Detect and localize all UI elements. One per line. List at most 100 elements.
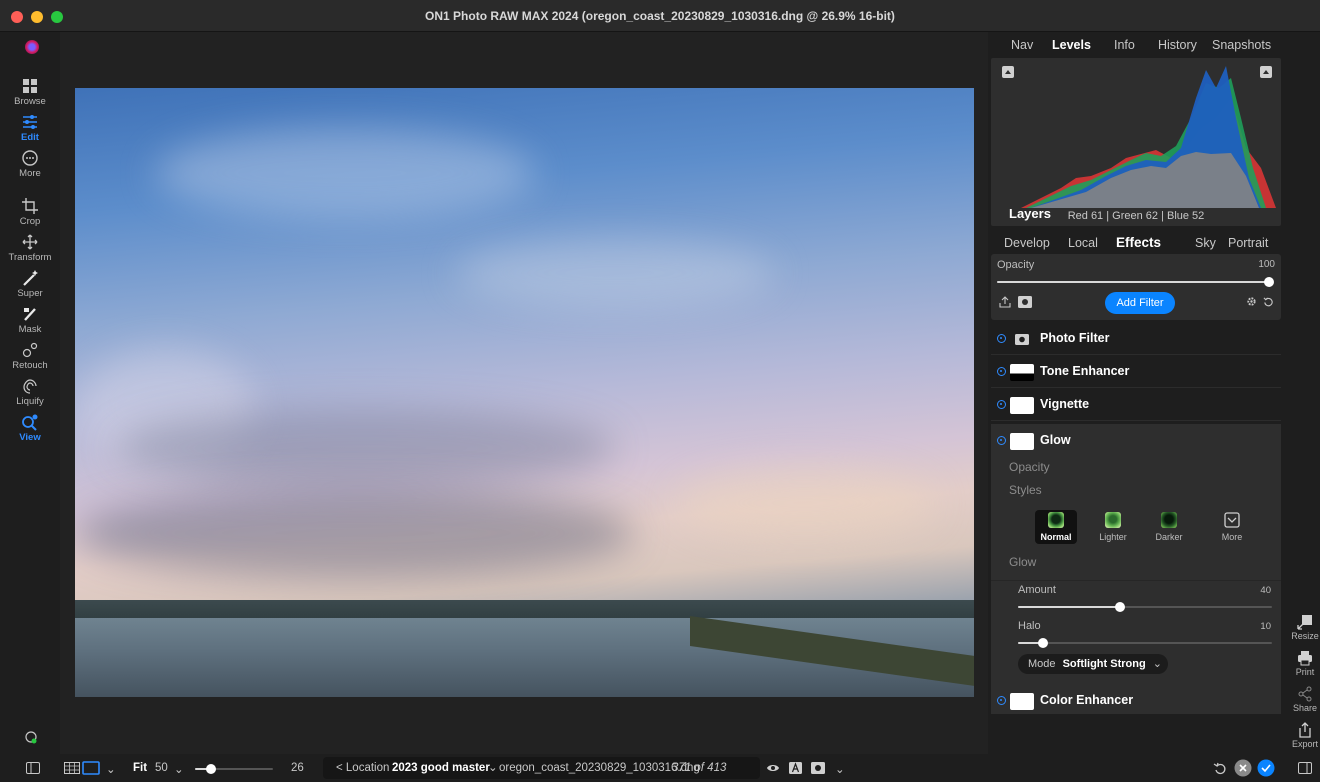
style-lighter[interactable]: Lighter	[1092, 510, 1134, 542]
tool-label: Transform	[8, 252, 52, 263]
filter-row-photo-filter[interactable]: Photo Filter	[991, 322, 1281, 355]
filter-row-glow[interactable]: Glow	[991, 424, 1281, 457]
amount-label: Amount	[1018, 584, 1056, 596]
tool-liquify[interactable]: Liquify	[0, 377, 60, 407]
halo-value: 10	[1260, 621, 1271, 632]
apply-icon[interactable]	[1257, 759, 1275, 777]
style-label: Normal	[1040, 532, 1072, 542]
mode-label: Mode	[1028, 658, 1056, 670]
tool-view[interactable]: View	[0, 413, 60, 443]
style-normal[interactable]: Normal	[1035, 510, 1077, 544]
print-icon	[1298, 651, 1312, 666]
preview-eye-icon[interactable]	[766, 762, 780, 774]
mask-overlay-icon[interactable]	[811, 762, 825, 774]
undo-icon[interactable]	[1213, 762, 1226, 775]
tool-label: Retouch	[12, 360, 48, 371]
mask-icon	[1015, 334, 1029, 345]
magic-wand-icon	[23, 270, 38, 286]
layer-stack-icon[interactable]	[999, 296, 1011, 308]
filter-row-vignette[interactable]: Vignette	[991, 388, 1281, 421]
resize-button[interactable]: Resize	[1290, 614, 1320, 641]
amount-value: 40	[1260, 585, 1271, 596]
style-preview-icon	[1048, 512, 1064, 528]
app-logo-icon[interactable]	[25, 40, 39, 54]
export-label: Export	[1291, 739, 1318, 749]
filter-visibility-toggle[interactable]	[997, 436, 1006, 445]
filter-visibility-toggle[interactable]	[997, 334, 1006, 343]
tool-more[interactable]: More	[0, 149, 60, 179]
chevron-down-icon: ⌄	[488, 762, 498, 774]
single-view-icon[interactable]	[82, 761, 100, 775]
left-panel-toggle-icon[interactable]	[26, 762, 40, 774]
histogram-graph	[1021, 66, 1276, 208]
fit-button[interactable]: Fit	[133, 762, 147, 774]
tab-develop[interactable]: Develop	[1004, 236, 1050, 250]
tool-label: Super	[17, 288, 43, 299]
filter-row-color-enhancer[interactable]: Color Enhancer	[991, 684, 1281, 717]
more-styles-icon	[1224, 512, 1240, 528]
filter-name: Tone Enhancer	[1040, 364, 1130, 378]
tool-crop[interactable]: Crop	[0, 197, 60, 227]
tool-transform[interactable]: Transform	[0, 233, 60, 263]
filter-visibility-toggle[interactable]	[997, 696, 1006, 705]
resize-icon	[1297, 615, 1312, 630]
chevron-down-icon[interactable]: ⌄	[106, 762, 116, 776]
location-pin-icon[interactable]	[23, 729, 39, 745]
tab-portrait[interactable]: Portrait	[1228, 236, 1268, 250]
style-darker[interactable]: Darker	[1148, 510, 1190, 542]
tab-sky[interactable]: Sky	[1195, 236, 1216, 250]
style-more[interactable]: More	[1211, 510, 1253, 542]
view-zoom-icon	[22, 414, 38, 431]
mask-icon[interactable]	[1018, 296, 1032, 308]
share-button[interactable]: Share	[1290, 686, 1320, 713]
opacity-slider-knob[interactable]	[1264, 277, 1274, 287]
chevron-down-icon[interactable]: ⌄	[174, 762, 184, 776]
settings-gear-icon[interactable]	[1246, 296, 1257, 307]
tab-effects[interactable]: Effects	[1116, 235, 1161, 250]
filter-row-tone-enhancer[interactable]: Tone Enhancer	[991, 355, 1281, 388]
tool-browse[interactable]: Browse	[0, 77, 60, 107]
cancel-icon[interactable]	[1234, 759, 1252, 777]
reset-icon[interactable]	[1263, 296, 1274, 307]
print-button[interactable]: Print	[1290, 650, 1320, 677]
tool-edit[interactable]: Edit	[0, 113, 60, 143]
right-panel-toggle-icon[interactable]	[1298, 762, 1312, 774]
thumbnail-size-knob[interactable]	[205, 764, 216, 774]
tab-history[interactable]: History	[1158, 38, 1197, 52]
grid-view-icon[interactable]	[64, 762, 80, 774]
mode-dropdown[interactable]: Mode Softlight Strong ⌄	[1018, 654, 1168, 674]
tool-label: Browse	[14, 96, 46, 107]
filter-mask-thumbnail	[1010, 364, 1034, 381]
filter-visibility-toggle[interactable]	[997, 400, 1006, 409]
auto-a-icon[interactable]	[789, 762, 802, 774]
tool-retouch[interactable]: Retouch	[0, 341, 60, 371]
halo-slider-track[interactable]	[1018, 642, 1272, 644]
chevron-down-icon: ⌄	[1152, 658, 1162, 670]
tab-levels[interactable]: Levels	[1052, 38, 1091, 52]
photo-preview[interactable]	[75, 88, 974, 697]
add-filter-button[interactable]: Add Filter	[1105, 292, 1175, 314]
tab-local[interactable]: Local	[1068, 236, 1098, 250]
filter-visibility-toggle[interactable]	[997, 367, 1006, 376]
halo-slider-knob[interactable]	[1038, 638, 1049, 648]
print-label: Print	[1295, 667, 1315, 677]
browse-icon	[23, 79, 37, 93]
export-button[interactable]: Export	[1290, 722, 1320, 749]
chevron-down-icon[interactable]: ⌄	[835, 762, 845, 776]
location-value: 2023 good master	[392, 762, 490, 774]
tool-super[interactable]: Super	[0, 269, 60, 299]
tab-nav[interactable]: Nav	[1011, 38, 1033, 52]
tab-snapshots[interactable]: Snapshots	[1212, 38, 1271, 52]
file-name: oregon_coast_20230829_1030316.dng	[499, 762, 700, 774]
retouch-icon	[22, 342, 38, 358]
zoom-value[interactable]: 50	[155, 762, 168, 774]
style-preview-icon	[1105, 512, 1121, 528]
styles-label[interactable]: Styles	[1009, 483, 1042, 497]
liquify-icon	[23, 379, 37, 394]
share-icon	[1298, 686, 1312, 702]
glow-opacity-label[interactable]: Opacity	[1009, 460, 1050, 474]
tool-mask[interactable]: Mask	[0, 305, 60, 335]
tab-info[interactable]: Info	[1114, 38, 1135, 52]
amount-slider-knob[interactable]	[1114, 602, 1125, 612]
location-breadcrumb[interactable]: < Location 2023 good master ⌄ oregon_coa…	[323, 757, 760, 779]
